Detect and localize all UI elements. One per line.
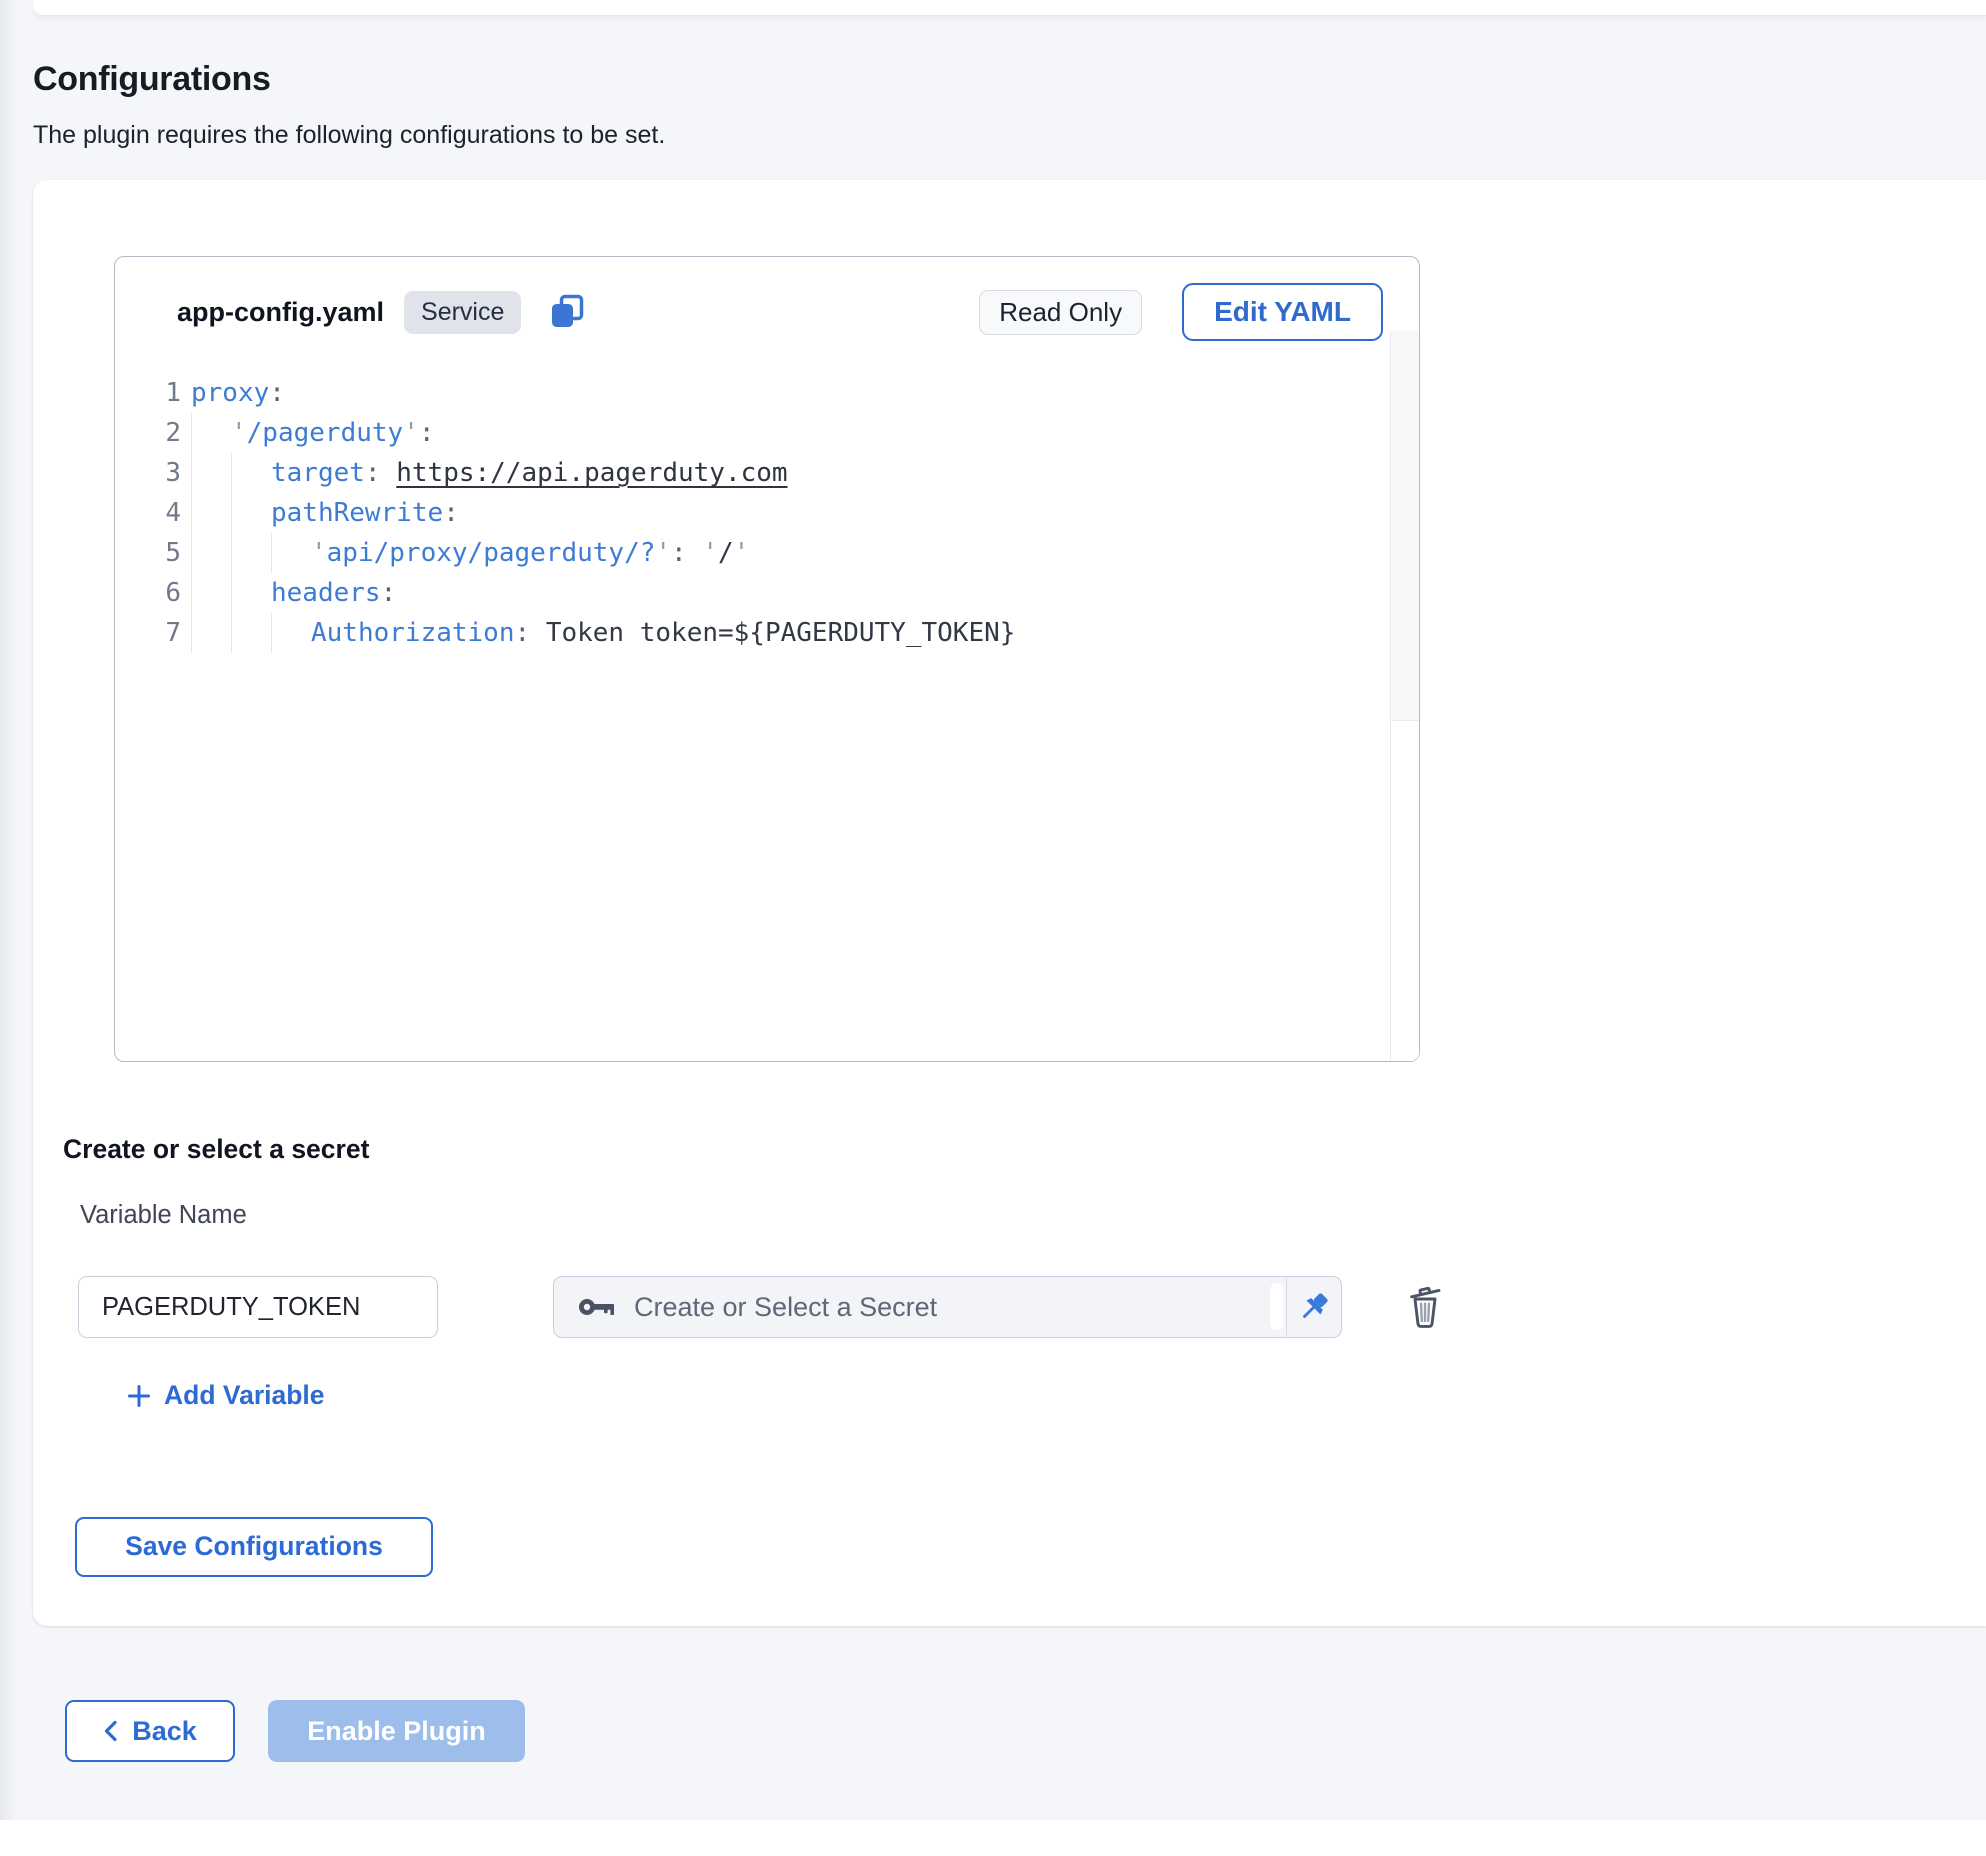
- pin-button[interactable]: [1286, 1277, 1341, 1337]
- chevron-left-icon: [103, 1720, 118, 1742]
- select-scroll-pill: [1270, 1283, 1284, 1330]
- line-number: 4: [131, 493, 181, 533]
- indent-guide: [231, 533, 271, 573]
- indent-guide: [191, 413, 231, 453]
- code-area: 1proxy:2 '/pagerduty': 3 target: https://ap…: [115, 373, 1419, 653]
- editor-scrollbar-track: [1390, 331, 1419, 1061]
- configurations-card: app-config.yaml Service Read Only Edit Y…: [33, 180, 1986, 1626]
- variable-row: Create or Select a Secret: [78, 1276, 1986, 1338]
- page-title: Configurations: [33, 60, 1986, 99]
- indent-guide: [231, 453, 271, 493]
- editor-filename: app-config.yaml: [177, 297, 384, 328]
- footer-actions: Back Enable Plugin: [65, 1700, 1986, 1762]
- indent-guide: [271, 533, 311, 573]
- indent-guide: [271, 613, 311, 653]
- indent-guide: [231, 573, 271, 613]
- code-text: headers:: [271, 573, 396, 613]
- back-button[interactable]: Back: [65, 1700, 235, 1762]
- code-line-content: pathRewrite:: [191, 493, 459, 533]
- back-button-label: Back: [132, 1716, 197, 1747]
- indent-guide: [191, 493, 231, 533]
- indent-guide: [231, 493, 271, 533]
- save-configurations-button[interactable]: Save Configurations: [75, 1517, 433, 1577]
- line-number: 2: [131, 413, 181, 453]
- code-line: 4 pathRewrite:: [115, 493, 1419, 533]
- yaml-editor-card: app-config.yaml Service Read Only Edit Y…: [114, 256, 1420, 1062]
- indent-guide: [191, 453, 231, 493]
- main-content: Configurations The plugin requires the f…: [0, 16, 1986, 1762]
- code-line: 2 '/pagerduty':: [115, 413, 1419, 453]
- service-type-badge: Service: [404, 291, 521, 334]
- code-text: '/pagerduty':: [231, 413, 435, 453]
- code-line-content: proxy:: [191, 373, 285, 413]
- line-number: 5: [131, 533, 181, 573]
- line-number: 7: [131, 613, 181, 653]
- code-line: 3 target: https://api.pagerduty.com: [115, 453, 1419, 493]
- code-line-content: target: https://api.pagerduty.com: [191, 453, 788, 493]
- secret-section-heading: Create or select a secret: [63, 1134, 1986, 1165]
- page-subtitle: The plugin requires the following config…: [33, 121, 1986, 150]
- line-number: 1: [131, 373, 181, 413]
- copy-icon: [547, 292, 587, 332]
- code-text: target: https://api.pagerduty.com: [271, 453, 788, 493]
- code-line: 6 headers:: [115, 573, 1419, 613]
- indent-guide: [191, 573, 231, 613]
- add-variable-button[interactable]: Add Variable: [127, 1380, 325, 1411]
- secret-select-placeholder: Create or Select a Secret: [634, 1292, 937, 1323]
- plus-icon: [127, 1384, 151, 1408]
- line-number: 3: [131, 453, 181, 493]
- editor-scrollbar-thumb[interactable]: [1391, 331, 1419, 721]
- code-text: 'api/proxy/pagerduty/?': '/': [311, 533, 749, 573]
- line-number: 6: [131, 573, 181, 613]
- code-line-content: Authorization: Token token=${PAGERDUTY_T…: [191, 613, 1015, 653]
- code-line: 5 'api/proxy/pagerduty/?': '/': [115, 533, 1419, 573]
- edit-yaml-button[interactable]: Edit YAML: [1182, 283, 1383, 341]
- code-line: 1proxy:: [115, 373, 1419, 413]
- variable-name-input[interactable]: [78, 1276, 438, 1338]
- delete-variable-button[interactable]: [1402, 1281, 1448, 1333]
- indent-guide: [191, 533, 231, 573]
- code-line-content: 'api/proxy/pagerduty/?': '/': [191, 533, 749, 573]
- code-text: proxy:: [191, 373, 285, 413]
- code-line: 7 Authorization: Token token=${PAGERDUTY_…: [115, 613, 1419, 653]
- add-variable-label: Add Variable: [164, 1380, 325, 1411]
- copy-button[interactable]: [547, 292, 587, 332]
- pushpin-icon: [1297, 1290, 1331, 1324]
- enable-plugin-button[interactable]: Enable Plugin: [268, 1700, 525, 1762]
- secret-select[interactable]: Create or Select a Secret: [553, 1276, 1342, 1338]
- key-icon: [578, 1296, 616, 1318]
- previous-card-bottom-edge: [33, 0, 1986, 16]
- code-text: pathRewrite:: [271, 493, 459, 533]
- code-line-content: '/pagerduty':: [191, 413, 435, 453]
- trash-icon: [1405, 1284, 1445, 1330]
- indent-guide: [231, 613, 271, 653]
- code-line-content: headers:: [191, 573, 396, 613]
- editor-header: app-config.yaml Service Read Only Edit Y…: [115, 257, 1419, 341]
- code-text: Authorization: Token token=${PAGERDUTY_T…: [311, 613, 1015, 653]
- indent-guide: [191, 613, 231, 653]
- variable-name-label: Variable Name: [80, 1201, 1986, 1230]
- read-only-badge: Read Only: [979, 290, 1142, 335]
